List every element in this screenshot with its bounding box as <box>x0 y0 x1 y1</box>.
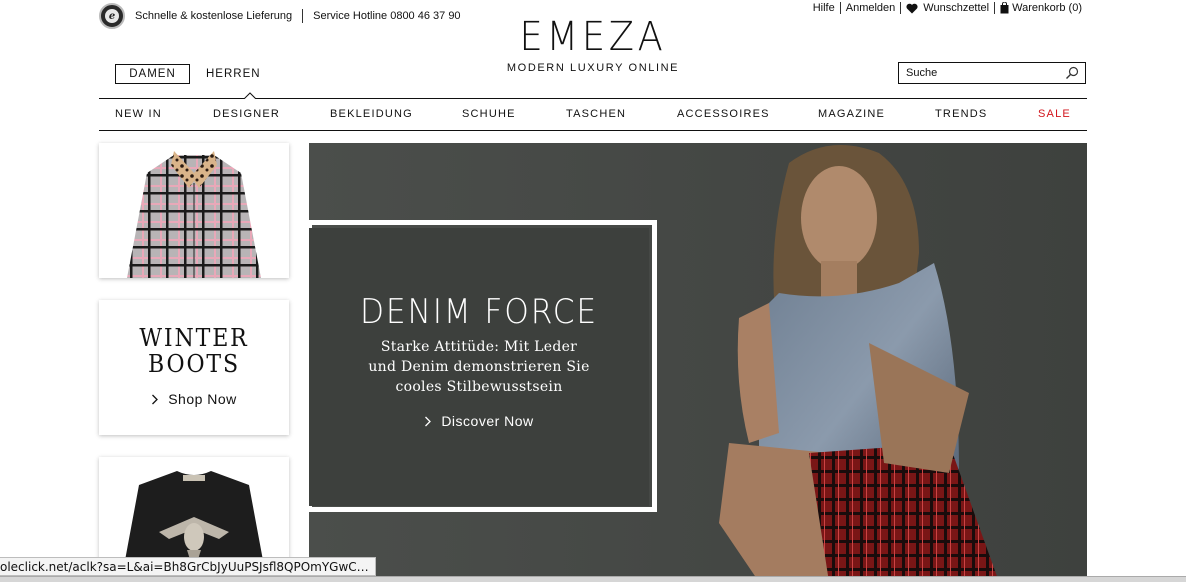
chevron-right-icon <box>425 416 432 426</box>
help-link[interactable]: Hilfe <box>808 2 840 14</box>
nav-schuhe[interactable]: SCHUHE <box>462 108 516 120</box>
search-input[interactable] <box>899 67 1065 79</box>
nav-taschen[interactable]: TASCHEN <box>566 108 626 120</box>
cart-link[interactable]: Warenkorb (0) <box>995 2 1087 14</box>
discover-now-link[interactable]: Discover Now <box>424 413 533 429</box>
main-nav: NEW IN DESIGNER BEKLEIDUNG SCHUHE TASCHE… <box>99 92 1087 131</box>
heart-icon <box>906 3 918 14</box>
product-tile-shirt[interactable] <box>99 143 289 278</box>
nav-accessoires[interactable]: ACCESSOIRES <box>677 108 770 120</box>
nav-pointer-icon <box>244 92 256 99</box>
nav-new-in[interactable]: NEW IN <box>115 108 162 120</box>
search-box <box>898 62 1086 84</box>
browser-bottom-bar <box>0 576 1186 582</box>
hero-title: DENIM FORCE <box>359 292 599 332</box>
tab-damen[interactable]: DAMEN <box>115 64 190 84</box>
hero-copy: DENIM FORCE Starke Attitüde: Mit Leder u… <box>309 292 649 432</box>
hero-subtitle-line2: und Denim demonstrieren Sie <box>368 359 590 375</box>
wishlist-link[interactable]: Wunschzettel <box>901 2 994 14</box>
discover-now-label: Discover Now <box>441 413 534 429</box>
winter-boots-line1: WINTER <box>139 324 249 352</box>
hero-subtitle-line1: Starke Attitüde: Mit Leder <box>380 339 578 355</box>
plaid-shirt-image <box>127 151 261 278</box>
shop-now-link[interactable]: Shop Now <box>151 391 237 407</box>
winter-boots-line2: BOOTS <box>148 350 240 378</box>
cart-label: Warenkorb (0) <box>1012 2 1082 14</box>
wishlist-label: Wunschzettel <box>923 2 990 14</box>
hero-subtitle-line3: cooles Stilbewusstsein <box>395 379 563 395</box>
gender-switch: DAMEN HERREN <box>115 64 261 84</box>
shopping-bag-icon <box>1000 2 1009 14</box>
search-icon[interactable] <box>1065 66 1079 80</box>
hero-banner[interactable]: DENIM FORCE Starke Attitüde: Mit Leder u… <box>309 143 1087 582</box>
nav-sale[interactable]: SALE <box>1038 108 1071 120</box>
tab-herren[interactable]: HERREN <box>190 64 261 84</box>
nav-designer[interactable]: DESIGNER <box>213 108 280 120</box>
nav-trends[interactable]: TRENDS <box>935 108 987 120</box>
logo-title: EMEZA <box>519 14 667 60</box>
account-links: Hilfe Anmelden Wunschzettel Warenkorb (0… <box>808 2 1087 14</box>
login-link[interactable]: Anmelden <box>841 2 901 14</box>
nav-magazine[interactable]: MAGAZINE <box>818 108 885 120</box>
winter-boots-tile[interactable]: WINTER BOOTS Shop Now <box>99 300 289 435</box>
chevron-right-icon <box>152 394 159 404</box>
nav-bekleidung[interactable]: BEKLEIDUNG <box>330 108 413 120</box>
shop-now-label: Shop Now <box>168 391 237 407</box>
browser-status-url: oleclick.net/aclk?sa=L&ai=Bh8GrCbJyUuPSJ… <box>0 557 376 576</box>
